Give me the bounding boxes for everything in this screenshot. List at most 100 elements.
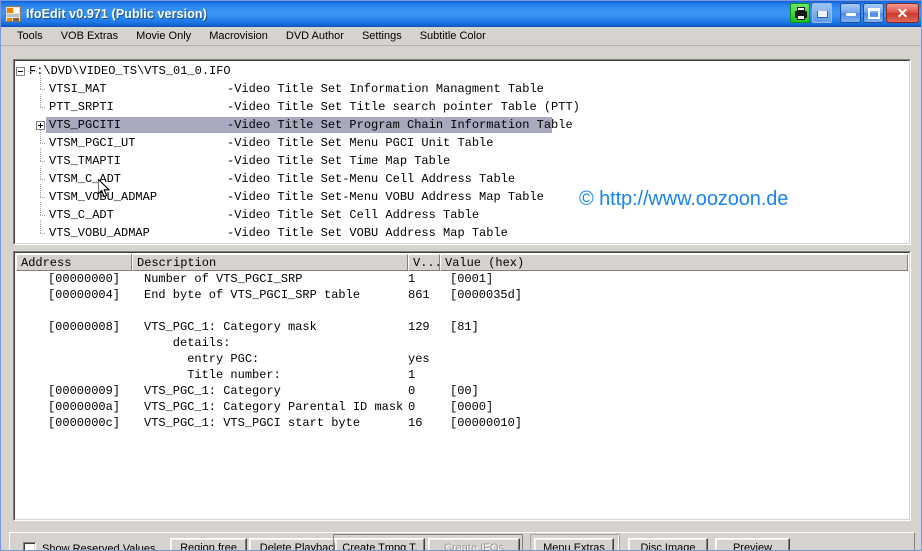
menu-item-vob-extras[interactable]: VOB Extras [52, 29, 127, 44]
cell-description: VTS_PGC_1: VTS_PGCI start byte [144, 416, 361, 430]
column-header-description[interactable]: Description [132, 254, 408, 271]
tree-connector-icon [36, 219, 46, 238]
cell-value: 0 [408, 400, 416, 414]
cell-description: VTS_PGC_1: Category [144, 384, 281, 398]
cell-value [408, 303, 440, 319]
cell-value: 1 [408, 368, 416, 382]
cell-description [128, 303, 408, 319]
window-title: IfoEdit v0.971 (Public version) [26, 7, 207, 21]
cell-value: 129 [408, 320, 430, 334]
list-rows: [00000000] Number of VTS_PGCI_SRP 1 [000… [16, 271, 908, 518]
cell-address: [00000004] [47, 288, 120, 302]
cell-value-hex: [81] [450, 320, 479, 334]
tree-item-description: -Video Title Set Program Chain Informati… [227, 118, 573, 132]
close-icon: ✕ [896, 5, 909, 21]
tree-connector-icon [36, 75, 46, 94]
cell-address: [00000000] [47, 272, 120, 286]
ifoedit-app-icon [5, 6, 21, 22]
tree-root-label: F:\DVD\VIDEO_TS\VTS_01_0.IFO [29, 64, 231, 78]
tree-item-vtsi-mat[interactable]: VTSI_MAT -Video Title Set Information Ma… [16, 75, 908, 98]
cell-value: 0 [408, 384, 416, 398]
tree-item-name: PTT_SRPTI [49, 100, 114, 114]
cell-description: VTS_PGC_1: Category mask [144, 320, 317, 334]
tree-item-name: VTS_TMAPTI [49, 154, 122, 168]
cell-address: [0000000c] [47, 416, 120, 430]
minimize-button[interactable] [840, 3, 861, 23]
close-button[interactable]: ✕ [886, 3, 919, 23]
table-row[interactable]: Title number: 1 [16, 367, 908, 383]
tree-item-vts-pgciti[interactable]: VTS_PGCITI -Video Title Set Program Chai… [16, 116, 908, 134]
cell-description: details: [144, 336, 231, 350]
expander-plus-icon[interactable] [36, 120, 45, 130]
cell-value-hex [440, 303, 450, 319]
table-row[interactable]: [00000008] VTS_PGC_1: Category mask 129 … [16, 319, 908, 335]
tree-item-description: -Video Title Set Title search pointer Ta… [227, 100, 580, 114]
table-row[interactable]: [00000000] Number of VTS_PGCI_SRP 1 [000… [16, 271, 908, 287]
cell-value [408, 335, 440, 351]
ifo-details-list[interactable]: Address Description V... Value (hex) [00… [13, 251, 911, 521]
checkbox-box[interactable] [23, 542, 36, 550]
column-header-address[interactable]: Address [16, 254, 132, 271]
menu-item-dvd-author[interactable]: DVD Author [277, 29, 353, 44]
tree-connector-icon [36, 129, 46, 148]
cell-description: End byte of VTS_PGCI_SRP table [144, 288, 361, 302]
tree-connector-icon [36, 183, 46, 202]
cell-address: [00000008] [47, 320, 120, 334]
menu-item-settings[interactable]: Settings [353, 29, 411, 44]
expander-minus-icon[interactable] [16, 66, 25, 76]
cell-description: VTS_PGC_1: Category Parental ID mask [144, 400, 404, 414]
tree-connector-icon [36, 147, 46, 166]
table-row[interactable]: entry PGC: yes [16, 351, 908, 367]
table-row[interactable] [16, 303, 908, 319]
create-ifos-button: Create IFOs [428, 538, 520, 550]
cell-address [16, 335, 128, 351]
tree-connector-icon [36, 93, 46, 112]
tree-item-vtsm-c-adt[interactable]: VTSM_C_ADT -Video Title Set-Menu Cell Ad… [16, 165, 908, 188]
menu-item-tools[interactable]: Tools [8, 29, 52, 44]
table-row[interactable]: [0000000c] VTS_PGC_1: VTS_PGCI start byt… [16, 415, 908, 431]
table-row[interactable]: [00000009] VTS_PGC_1: Category 0 [00] [16, 383, 908, 399]
column-header-value-hex[interactable]: Value (hex) [440, 254, 908, 271]
menu-item-macrovision[interactable]: Macrovision [200, 29, 277, 44]
cell-description: Title number: [144, 368, 281, 382]
tree-item-vtsm-pgci-ut[interactable]: VTSM_PGCI_UT -Video Title Set Menu PGCI … [16, 129, 908, 152]
window-icon[interactable] [812, 3, 832, 23]
watermark-text: © http://www.oozoon.de [579, 188, 789, 210]
tree-item-description: -Video Title Set VOBU Address Map Table [227, 226, 508, 240]
cell-address [16, 351, 128, 367]
tree-item-description: -Video Title Set Cell Address Table [227, 208, 480, 222]
menu-item-movie-only[interactable]: Movie Only [127, 29, 200, 44]
table-row[interactable]: details: [16, 335, 908, 351]
column-header-value[interactable]: V... [408, 254, 440, 271]
cell-value-hex: [0000035d] [450, 288, 523, 302]
disc-image-button[interactable]: Disc Image [628, 538, 708, 550]
cell-address [16, 303, 128, 319]
table-row[interactable]: [00000004] End byte of VTS_PGCI_SRP tabl… [16, 287, 908, 303]
create-tmpg-t-button[interactable]: Create Tmpg T. [335, 538, 425, 550]
ifo-structure-tree[interactable]: F:\DVD\VIDEO_TS\VTS_01_0.IFO VTSI_MAT -V… [13, 59, 911, 245]
cell-value-hex [440, 335, 450, 351]
preview-button[interactable]: Preview [715, 538, 790, 550]
checkbox-label: Show Reserved Values [42, 542, 156, 551]
cell-value: 861 [408, 288, 430, 302]
tree-row-root[interactable]: F:\DVD\VIDEO_TS\VTS_01_0.IFO [16, 62, 908, 80]
cell-value: 16 [408, 416, 423, 430]
show-reserved-values-checkbox[interactable]: Show Reserved Values [23, 542, 156, 551]
tree-item-vts-tmapti[interactable]: VTS_TMAPTI -Video Title Set Time Map Tab… [16, 147, 908, 170]
title-bar-buttons: ✕ [790, 3, 919, 23]
tree-item-description: -Video Title Set Time Map Table [227, 154, 451, 168]
cell-value-hex [440, 367, 450, 383]
tree-item-vts-vobu-admap[interactable]: VTS_VOBU_ADMAP -Video Title Set VOBU Add… [16, 219, 908, 242]
title-bar: IfoEdit v0.971 (Public version) ✕ [1, 1, 921, 27]
menu-extras-button[interactable]: Menu Extras [534, 538, 614, 550]
tree-item-ptt-srpti[interactable]: PTT_SRPTI -Video Title Set Title search … [16, 93, 908, 116]
region-free-button[interactable]: Region free [170, 538, 247, 550]
cell-value: yes [408, 352, 430, 366]
maximize-button[interactable] [863, 3, 884, 23]
tree-connector-icon [36, 165, 46, 184]
menu-item-subtitle-color[interactable]: Subtitle Color [411, 29, 495, 44]
cell-value: 1 [408, 272, 416, 286]
print-icon[interactable] [790, 3, 810, 23]
table-row[interactable]: [0000000a] VTS_PGC_1: Category Parental … [16, 399, 908, 415]
cell-value-hex: [0000] [450, 400, 494, 414]
